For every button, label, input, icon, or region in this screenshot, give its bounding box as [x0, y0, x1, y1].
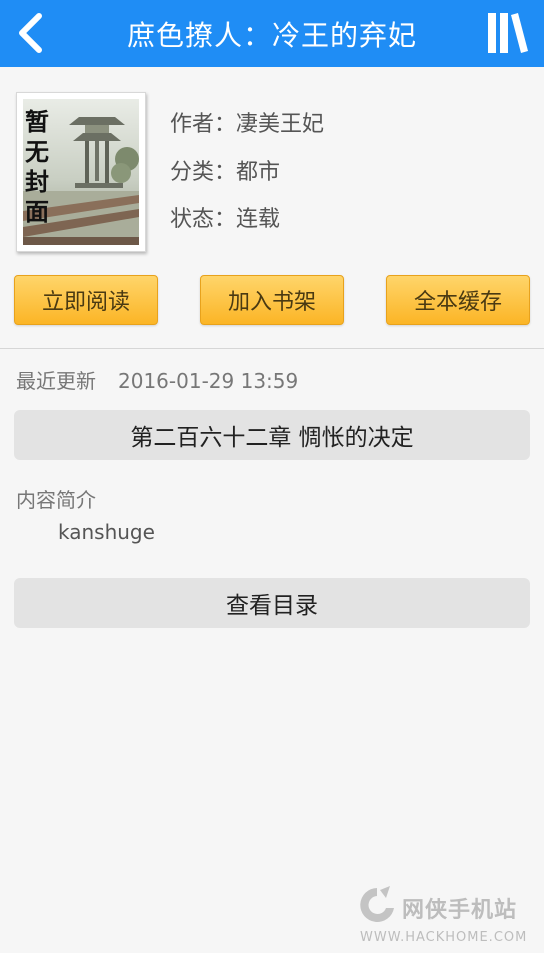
watermark-logo-icon: [360, 886, 394, 922]
bookshelf-icon: [488, 13, 528, 53]
bookshelf-button[interactable]: [486, 10, 530, 56]
cover-text: 暂无封面: [25, 108, 49, 226]
latest-update-label: 最近更新: [16, 369, 96, 393]
cache-all-button[interactable]: 全本缓存: [386, 275, 530, 325]
book-category: 分类：都市: [170, 160, 281, 185]
latest-update-row: 最近更新 2016-01-29 13:59: [16, 367, 298, 395]
back-button[interactable]: [8, 8, 52, 58]
app-header: 庶色撩人：冷王的弃妃: [0, 0, 544, 67]
view-toc-button[interactable]: 查看目录: [14, 578, 530, 628]
chevron-left-icon: [19, 13, 42, 53]
page-title: 庶色撩人：冷王的弃妃: [126, 18, 417, 52]
intro-text: kanshuge: [58, 520, 155, 544]
add-to-shelf-button[interactable]: 加入书架: [200, 275, 344, 325]
book-cover[interactable]: 暂无封面: [16, 92, 146, 252]
book-author: 作者：凄美王妃: [170, 112, 325, 137]
watermark: 网侠手机站 WWW.HACKHOME.COM: [356, 882, 540, 950]
latest-update-time: 2016-01-29 13:59: [118, 369, 299, 393]
book-status: 状态：连载: [170, 207, 281, 232]
book-detail-page: 庶色撩人：冷王的弃妃 暂无封面 作者：凄美王妃 分类：都市 状态：连载 立即阅读…: [0, 0, 544, 953]
watermark-name: 网侠手机站: [402, 898, 518, 923]
latest-chapter-button[interactable]: 第二百六十二章 惆怅的决定: [14, 410, 530, 460]
intro-label: 内容简介: [16, 488, 96, 512]
read-now-button[interactable]: 立即阅读: [14, 275, 158, 325]
watermark-url: WWW.HACKHOME.COM: [360, 930, 528, 945]
section-divider: [0, 348, 544, 349]
